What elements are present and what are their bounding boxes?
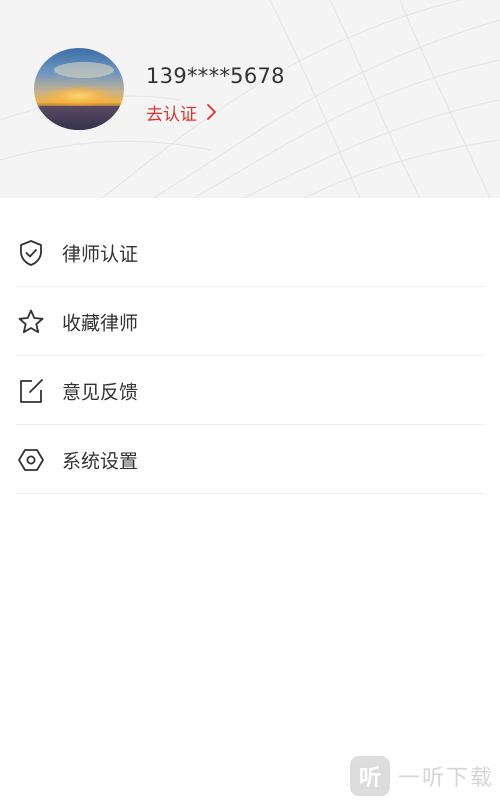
profile-screen: 139****5678 去认证 律师认证 收藏律师 意见反馈 系统设置 听 一听…: [0, 0, 500, 800]
menu-item-system-settings[interactable]: 系统设置: [0, 425, 500, 494]
watermark: 听 一听下载: [349, 756, 494, 796]
menu-list: 律师认证 收藏律师 意见反馈 系统设置: [0, 218, 500, 494]
verify-link[interactable]: 去认证: [146, 101, 217, 125]
menu-item-feedback[interactable]: 意见反馈: [0, 356, 500, 425]
shield-check-icon: [20, 239, 42, 266]
avatar[interactable]: [34, 48, 124, 130]
watermark-text: 一听下载: [397, 766, 494, 791]
menu-item-favorite-lawyers[interactable]: 收藏律师: [0, 287, 500, 356]
menu-item-label: 律师认证: [62, 243, 139, 265]
chevron-right-icon: [207, 104, 216, 120]
star-icon: [18, 309, 44, 333]
edit-icon: [20, 378, 43, 403]
settings-hexagon-icon: [18, 448, 44, 471]
menu-item-label: 意见反馈: [62, 381, 139, 403]
phone-number: 139****5678: [146, 64, 285, 88]
verify-label: 去认证: [146, 104, 197, 125]
avatar-sun-glow: [44, 86, 114, 106]
menu-item-lawyer-certification[interactable]: 律师认证: [0, 218, 500, 287]
menu-item-label: 系统设置: [62, 450, 139, 472]
divider: [16, 493, 484, 494]
avatar-ground: [34, 106, 124, 130]
watermark-logo-icon: 听: [349, 756, 390, 796]
profile-header: 139****5678 去认证: [0, 0, 500, 198]
menu-item-label: 收藏律师: [62, 312, 139, 334]
avatar-cloud: [54, 62, 114, 78]
